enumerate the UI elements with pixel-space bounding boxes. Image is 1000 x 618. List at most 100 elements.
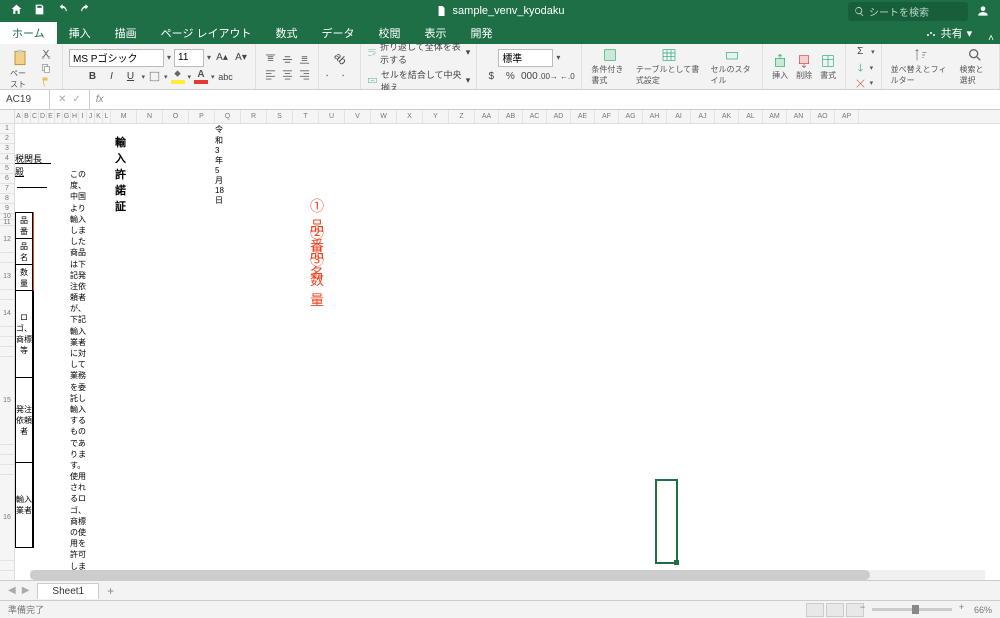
document-title: sample_venv_kyodaku [436, 5, 565, 17]
decrease-font-icon[interactable]: A▾ [233, 50, 249, 66]
increase-decimal-icon[interactable]: .00→ [540, 69, 556, 85]
font-group: ▾ ▾ A▴ A▾ B I U ▾ ▾ ▾ A ▾ abc [63, 44, 256, 89]
search-icon [854, 6, 865, 17]
tab-insert[interactable]: 挿入 [57, 21, 103, 44]
cut-icon[interactable] [40, 48, 52, 60]
enter-formula-icon[interactable]: ✓ [72, 94, 80, 105]
cell-canvas[interactable]: 令和3年 5月 18日 輸 入 許 諾 証 税関長 殿 この度、中国より輸入しま… [15, 124, 1000, 580]
sort-filter-button[interactable]: 並べ替えとフィルター [888, 47, 955, 86]
copy-icon[interactable] [40, 62, 52, 74]
format-painter-icon[interactable] [40, 76, 52, 88]
file-icon [436, 5, 448, 17]
redo-icon[interactable] [79, 3, 92, 19]
sheet-nav-prev-icon[interactable]: ◀ [8, 585, 16, 596]
autosum-icon[interactable]: Σ [852, 44, 868, 60]
fill-color-button[interactable] [171, 69, 185, 84]
cell-styles-button[interactable]: セルのスタイル [707, 47, 756, 86]
name-box[interactable]: AC19 [0, 90, 50, 109]
collapse-ribbon-icon[interactable]: ˄ [982, 33, 1000, 44]
bold-button[interactable]: B [84, 69, 100, 85]
tab-page-layout[interactable]: ページ レイアウト [149, 21, 264, 44]
view-buttons[interactable] [806, 603, 864, 617]
font-color-button[interactable]: A [194, 69, 208, 84]
paste-button[interactable]: ペースト [6, 46, 34, 92]
share-button[interactable]: 共有 ▾ [915, 22, 983, 44]
phonetic-icon[interactable]: abc [218, 69, 234, 85]
cell-suryo[interactable] [33, 265, 34, 291]
tab-data[interactable]: データ [310, 21, 367, 44]
label-importer: 輸入業者 [16, 463, 33, 548]
annot-3: ③数量 [310, 266, 324, 293]
conditional-format-button[interactable]: 条件付き書式 [588, 47, 631, 86]
zoom-slider[interactable] [872, 608, 952, 611]
formula-bar: AC19 ✕ ✓ fx [0, 90, 1000, 110]
align-right-icon[interactable] [296, 67, 312, 81]
doc-addressee: 税関長 殿 [15, 152, 47, 188]
find-select-button[interactable]: 検索と選択 [957, 47, 993, 86]
zoom-level[interactable]: 66% [974, 605, 992, 615]
add-sheet-button[interactable]: + [99, 584, 122, 598]
format-as-table-button[interactable]: テーブルとして書式設定 [633, 47, 706, 86]
label-client: 発注依頼者 [16, 378, 33, 463]
format-cells-button[interactable]: 書式 [817, 53, 839, 81]
underline-button[interactable]: U [122, 69, 138, 85]
horizontal-scrollbar[interactable] [30, 570, 985, 580]
align-top-icon[interactable] [262, 52, 278, 66]
font-size-select[interactable] [174, 49, 204, 67]
cancel-formula-icon[interactable]: ✕ [58, 94, 66, 105]
home-icon[interactable] [10, 3, 23, 19]
comma-icon[interactable]: 000 [521, 69, 537, 85]
label-hinban: 品 番 [16, 213, 33, 239]
doc-body: この度、中国より輸入しました商品は下記発注依頼者が、 下記輸入業者に対して業務を… [70, 169, 86, 580]
font-name-select[interactable] [69, 49, 164, 67]
cell-importer[interactable] [33, 463, 34, 548]
increase-font-icon[interactable]: A▴ [214, 50, 230, 66]
percent-icon[interactable]: % [502, 69, 518, 85]
clipboard-icon [10, 48, 30, 68]
select-all-corner[interactable] [0, 110, 15, 124]
fx-icon[interactable]: fx [90, 94, 110, 105]
status-bar: 準備完了 66% [0, 600, 1000, 618]
italic-button[interactable]: I [103, 69, 119, 85]
row-headers[interactable]: 1234567891011121314151617181920 [0, 124, 15, 580]
wrap-text-button[interactable]: 折り返して全体を表示する ▾ [367, 40, 470, 66]
cell-hinban[interactable] [33, 213, 34, 239]
tab-draw[interactable]: 描画 [103, 21, 149, 44]
sheet-tab-1[interactable]: Sheet1 [37, 583, 99, 599]
user-icon[interactable] [976, 4, 990, 18]
number-format-select[interactable] [498, 49, 553, 67]
undo-icon[interactable] [56, 3, 69, 19]
label-hinmei: 品 名 [16, 239, 33, 265]
title-bar: sample_venv_kyodaku シートを検索 [0, 0, 1000, 22]
increase-indent-icon[interactable] [341, 69, 354, 82]
label-suryo: 数 量 [16, 265, 33, 291]
ribbon: ペースト ▾ ▾ A▴ A▾ B I U ▾ ▾ ▾ A ▾ abc [0, 44, 1000, 90]
cell-logo[interactable] [33, 291, 34, 378]
tab-formulas[interactable]: 数式 [264, 21, 310, 44]
align-left-icon[interactable] [262, 67, 278, 81]
label-logo: ロゴ、商標等 [16, 291, 33, 378]
align-bottom-icon[interactable] [296, 52, 312, 66]
delete-cells-button[interactable]: 削除 [793, 53, 815, 81]
search-sheets-input[interactable]: シートを検索 [848, 2, 968, 21]
form-table: 品 番 品 名 数 量 ロゴ、商標等 発注依頼者 輸入業者 [15, 212, 34, 548]
insert-cells-button[interactable]: 挿入 [769, 53, 791, 81]
currency-icon[interactable]: $ [483, 69, 499, 85]
align-middle-icon[interactable] [279, 52, 295, 66]
fill-icon[interactable] [854, 62, 867, 75]
decrease-indent-icon[interactable] [325, 69, 338, 82]
tab-home[interactable]: ホーム [0, 21, 57, 44]
worksheet-area[interactable]: ABCDEFGHIJKLMNOPQRSTUVWXYZAAABACADAEAFAG… [0, 110, 1000, 580]
sheet-nav-next-icon[interactable]: ▶ [22, 585, 30, 596]
status-ready: 準備完了 [8, 603, 44, 616]
clear-icon[interactable] [854, 77, 867, 90]
orientation-icon[interactable]: ab [328, 48, 351, 71]
column-headers[interactable]: ABCDEFGHIJKLMNOPQRSTUVWXYZAAABACADAEAFAG… [15, 110, 1000, 124]
cell-client[interactable] [33, 378, 34, 463]
cell-hinmei[interactable] [33, 239, 34, 265]
decrease-decimal-icon[interactable]: ←.0 [559, 69, 575, 85]
align-center-icon[interactable] [279, 67, 295, 81]
save-icon[interactable] [33, 3, 46, 19]
border-icon[interactable] [148, 70, 161, 83]
quick-access-toolbar [0, 3, 92, 19]
